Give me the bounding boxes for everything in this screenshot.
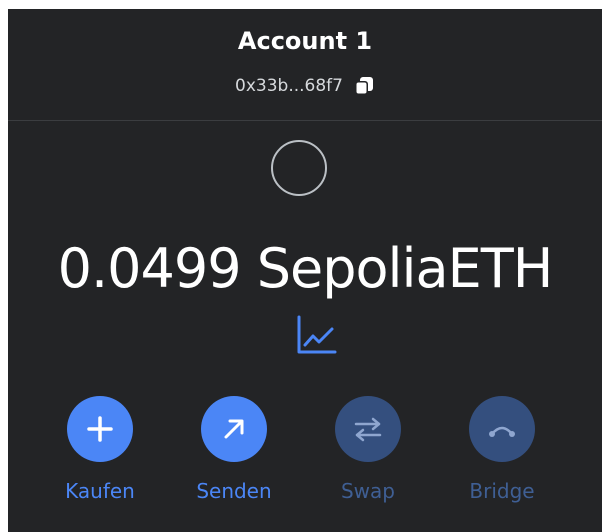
action-bar: Kaufen Senden Swap Bridge: [8, 396, 602, 516]
plus-icon[interactable]: [67, 396, 133, 462]
bridge-button[interactable]: Bridge: [447, 396, 557, 503]
swap-label[interactable]: Swap: [313, 479, 423, 503]
account-header: Account 1 0x33b...68f7: [8, 9, 602, 119]
network-placeholder-icon: [271, 140, 327, 196]
account-address[interactable]: 0x33b...68f7: [235, 76, 343, 96]
chart-line-icon[interactable]: [297, 314, 337, 354]
swap-button[interactable]: Swap: [313, 396, 423, 503]
address-row: 0x33b...68f7: [8, 75, 602, 97]
wallet-panel: Account 1 0x33b...68f7 0.0499 SepoliaETH: [8, 9, 602, 532]
send-button[interactable]: Senden: [179, 396, 289, 503]
balance-amount: 0.0499 SepoliaETH: [57, 237, 554, 300]
bridge-label[interactable]: Bridge: [447, 479, 557, 503]
arrow-up-right-icon[interactable]: [201, 396, 267, 462]
copy-icon[interactable]: [353, 75, 375, 97]
swap-arrows-icon[interactable]: [335, 396, 401, 462]
buy-label[interactable]: Kaufen: [45, 479, 155, 503]
account-name[interactable]: Account 1: [8, 27, 602, 55]
send-label[interactable]: Senden: [179, 479, 289, 503]
buy-button[interactable]: Kaufen: [45, 396, 155, 503]
header-divider: [8, 120, 602, 121]
bridge-icon[interactable]: [469, 396, 535, 462]
